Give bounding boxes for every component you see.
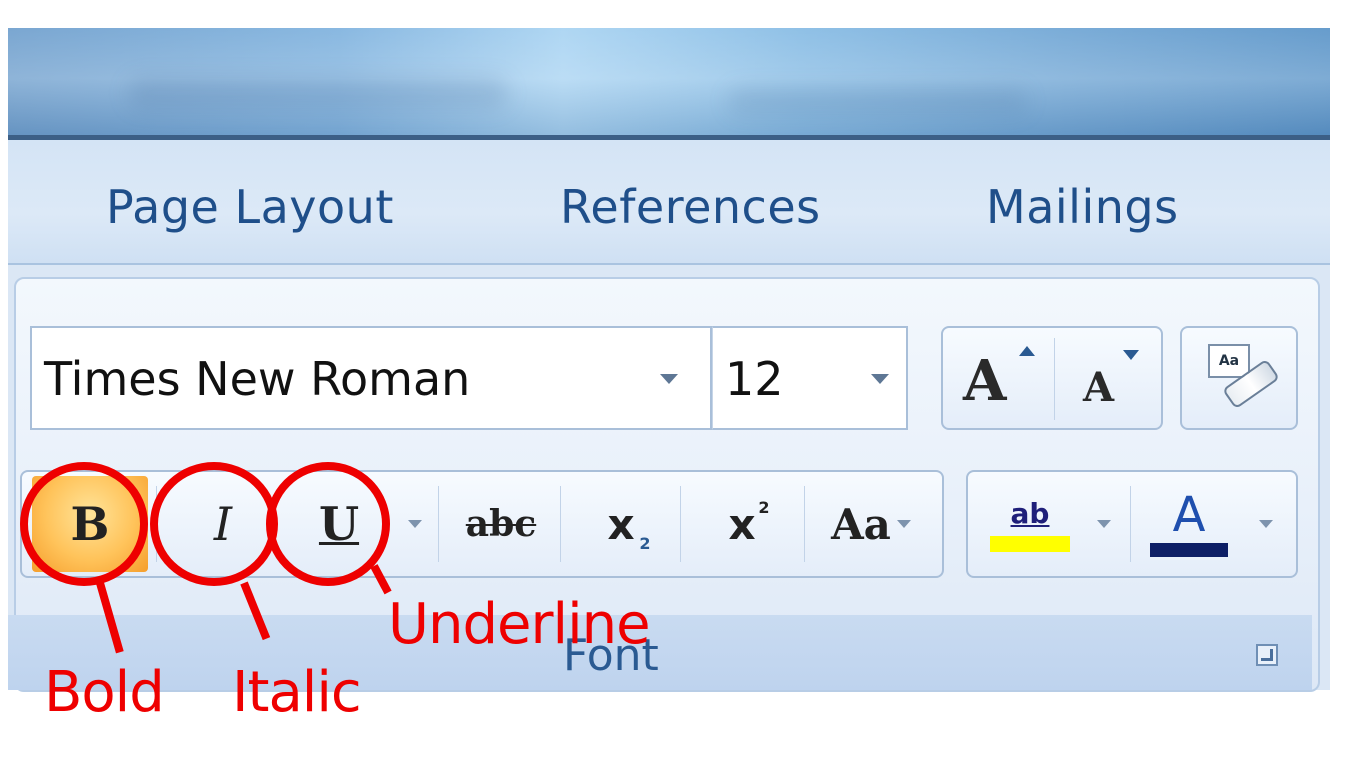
annotation-label-italic: Italic xyxy=(232,660,362,725)
divider xyxy=(1130,486,1131,562)
divider xyxy=(804,486,805,562)
chevron-down-icon xyxy=(1259,520,1273,528)
chevron-down-icon xyxy=(1097,520,1111,528)
window-title-bar xyxy=(8,28,1330,140)
chevron-down-icon[interactable] xyxy=(660,374,678,384)
superscript-icon: x2 xyxy=(728,498,769,549)
change-case-button[interactable]: Aa xyxy=(808,476,934,572)
divider xyxy=(1054,338,1055,420)
highlighter-icon: ab xyxy=(1010,496,1050,530)
annotation-label-bold: Bold xyxy=(44,660,165,725)
strikethrough-icon: abc xyxy=(465,503,537,545)
superscript-mark: 2 xyxy=(758,497,770,517)
font-size-combo[interactable]: 12 xyxy=(712,326,908,430)
superscript-button[interactable]: x2 xyxy=(682,476,802,572)
divider xyxy=(560,486,561,562)
change-case-icon: Aa xyxy=(831,499,891,549)
title-bar-blur xyxy=(728,88,1028,114)
font-dialog-launcher-icon[interactable] xyxy=(1256,644,1278,666)
divider xyxy=(438,486,439,562)
annotation-label-underline: Underline xyxy=(388,592,651,657)
strikethrough-button[interactable]: abc xyxy=(442,476,560,572)
clear-formatting-button[interactable]: Aa xyxy=(1180,326,1298,430)
grow-arrow-icon xyxy=(1019,346,1035,356)
tab-references[interactable]: References xyxy=(560,180,821,234)
annotation-circle-bold xyxy=(20,462,148,586)
grow-font-button[interactable]: A xyxy=(963,348,1006,414)
font-color-dropdown-button[interactable] xyxy=(1248,476,1284,572)
tab-page-layout[interactable]: Page Layout xyxy=(106,180,394,234)
highlight-color-bar xyxy=(990,535,1070,552)
text-highlight-button[interactable]: ab xyxy=(976,476,1084,572)
eraser-icon: Aa xyxy=(1202,342,1282,418)
annotation-circle-italic xyxy=(150,462,278,586)
subscript-icon: x2 xyxy=(607,499,650,553)
ribbon-tab-strip: Page Layout References Mailings xyxy=(8,140,1330,265)
chevron-down-icon xyxy=(408,520,422,528)
underline-dropdown-button[interactable] xyxy=(394,476,436,572)
color-button-group: ab A xyxy=(966,470,1298,578)
subscript-button[interactable]: x2 xyxy=(562,476,680,572)
font-size-value: 12 xyxy=(725,352,784,406)
font-color-button[interactable]: A xyxy=(1140,476,1238,572)
divider xyxy=(680,486,681,562)
font-group-footer xyxy=(8,615,1312,690)
grow-shrink-font-group: A A xyxy=(941,326,1163,430)
title-bar-blur xyxy=(128,78,508,108)
font-color-icon: A xyxy=(1172,487,1206,543)
chevron-down-icon[interactable] xyxy=(871,374,889,384)
shrink-font-button[interactable]: A xyxy=(1083,364,1114,411)
subscript-mark: 2 xyxy=(639,533,651,553)
font-name-combo[interactable]: Times New Roman xyxy=(30,326,712,430)
superscript-x: x xyxy=(728,499,756,549)
chevron-down-icon xyxy=(896,520,911,528)
font-name-value: Times New Roman xyxy=(44,352,471,406)
subscript-x: x xyxy=(607,499,635,549)
tab-mailings[interactable]: Mailings xyxy=(986,180,1179,234)
font-color-bar xyxy=(1150,543,1228,557)
highlight-dropdown-button[interactable] xyxy=(1086,476,1122,572)
shrink-arrow-icon xyxy=(1123,350,1139,360)
